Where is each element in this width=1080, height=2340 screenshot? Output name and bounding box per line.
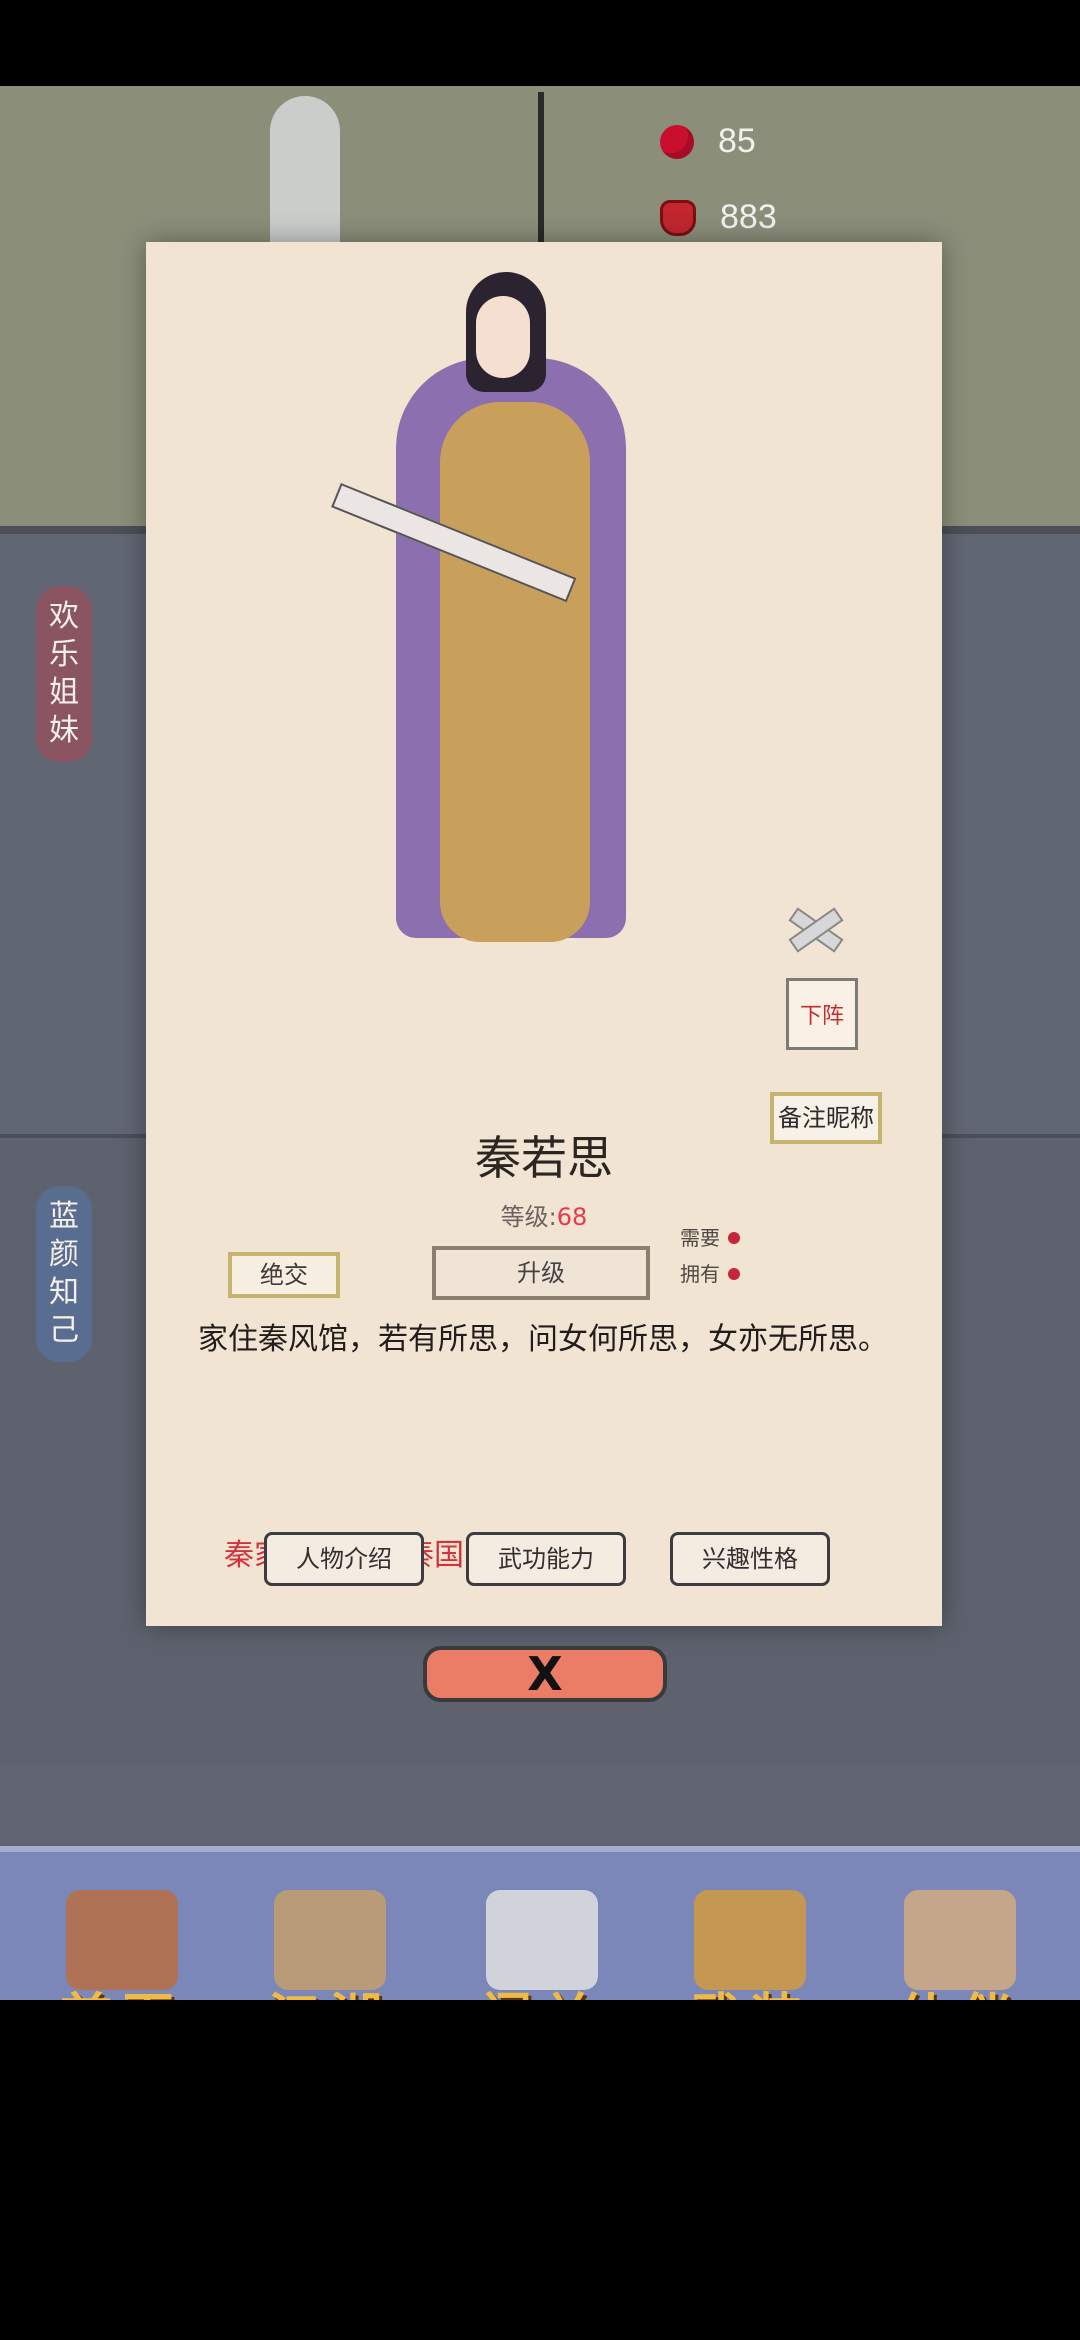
character-level: 等级:68 [146, 1197, 942, 1232]
upgrade-button[interactable]: 升级 [432, 1246, 650, 1300]
own-label: 拥有 [680, 1262, 720, 1286]
rose-resource: 85 [660, 122, 756, 161]
character-portrait [316, 272, 736, 972]
nav-home[interactable]: 首页 [42, 1890, 202, 2000]
tab-interest-personality[interactable]: 兴趣性格 [670, 1532, 830, 1586]
tab-martial-skill[interactable]: 武功能力 [466, 1532, 626, 1586]
own-row: 拥有 [680, 1256, 780, 1292]
rose-count: 85 [718, 122, 756, 160]
nav-home-label: 首页 [42, 1976, 202, 2000]
character-dialog: 下阵 备注昵称 秦若思 等级:68 需要 拥有 绝交 升级 家住秦风馆，若有所思… [146, 242, 942, 1626]
weapon-icon-button[interactable] [782, 902, 846, 958]
tab-character-intro[interactable]: 人物介绍 [264, 1532, 424, 1586]
bottom-navigation: 首页 江湖 闯关 武装 伙伴 [0, 1846, 1080, 2000]
game-screen: 85 883 欢乐姐妹 蓝颜知己 下阵 备注昵称 秦若思 等级:68 需要 拥有… [0, 86, 1080, 2000]
close-button[interactable]: X [423, 1646, 667, 1702]
level-label: 等级: [500, 1203, 557, 1231]
nav-battle-label: 闯关 [462, 1976, 622, 2000]
rose-icon [660, 124, 694, 159]
armor-icon [694, 1890, 806, 1990]
need-row: 需要 [680, 1220, 780, 1256]
close-icon: X [527, 1647, 563, 1701]
nav-equip-label: 武装 [670, 1976, 830, 2000]
nav-world[interactable]: 江湖 [250, 1890, 410, 2000]
character-name: 秦若思 [475, 1131, 613, 1185]
scroll-icon [274, 1890, 386, 1990]
need-label: 需要 [680, 1226, 720, 1250]
crossed-swords-icon [486, 1890, 598, 1990]
jar-icon [660, 199, 696, 236]
nav-partner[interactable]: 伙伴 [880, 1890, 1040, 2000]
jar-resource: 883 [660, 198, 777, 237]
portrait-face [476, 296, 530, 378]
jar-count: 883 [720, 198, 777, 236]
home-icon [66, 1890, 178, 1990]
side-tab-happy-sisters[interactable]: 欢乐姐妹 [36, 586, 92, 762]
background-character-figure [270, 96, 340, 256]
dismiss-button[interactable]: 下阵 [786, 978, 858, 1050]
break-button[interactable]: 绝交 [228, 1252, 340, 1298]
character-description: 家住秦风馆，若有所思，问女何所思，女亦无所思。 [198, 1322, 888, 1357]
need-rose-icon [728, 1232, 740, 1244]
nav-equipment[interactable]: 武装 [670, 1890, 830, 2000]
own-rose-icon [728, 1268, 740, 1280]
nav-battle[interactable]: 闯关 [462, 1890, 622, 2000]
nav-partner-label: 伙伴 [880, 1976, 1040, 2000]
side-tab-blue-confidants[interactable]: 蓝颜知己 [36, 1186, 92, 1362]
upgrade-cost-block: 需要 拥有 [680, 1220, 780, 1292]
level-value: 68 [556, 1203, 588, 1231]
portrait-dress [440, 402, 590, 942]
nav-world-label: 江湖 [250, 1976, 410, 2000]
partners-icon [904, 1890, 1016, 1990]
